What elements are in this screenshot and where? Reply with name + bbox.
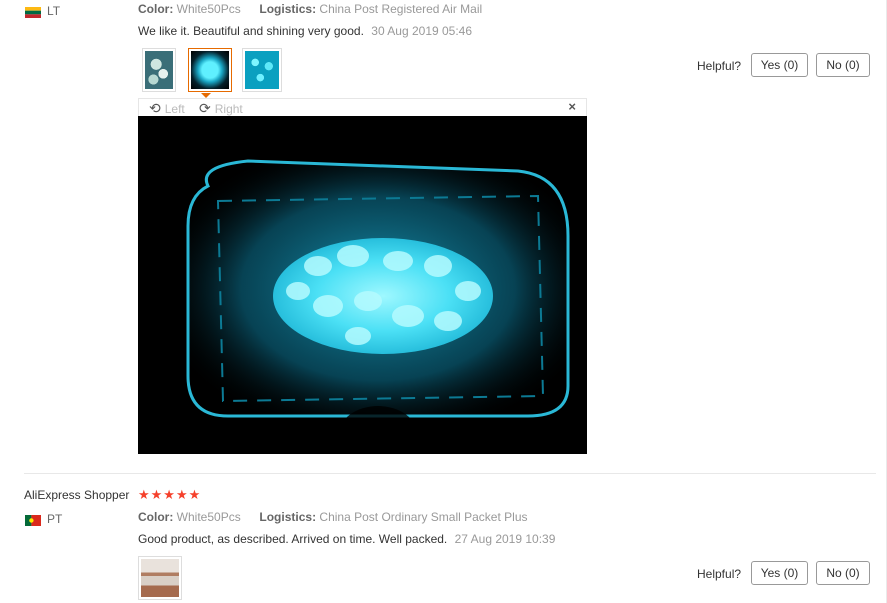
portugal-flag-icon [25,513,41,526]
rotate-right-label: Right [214,102,243,116]
helpful-no-button[interactable]: No (0) [816,53,870,77]
rotate-left-icon: ⟲ [149,100,161,116]
helpful-yes-button[interactable]: Yes (0) [751,53,808,77]
review-divider [24,473,876,474]
rating-stars-icon: ★★★★★ [138,487,202,502]
rotate-left-label: Left [164,102,185,116]
review-text: We like it. Beautiful and shining very g… [138,24,472,38]
rotate-right-button[interactable]: ⟳ Right [199,100,243,117]
close-icon[interactable]: × [568,99,576,114]
color-value: White50Pcs [176,2,241,16]
color-label: Color: [138,510,174,524]
review-date: 30 Aug 2019 05:46 [371,24,473,38]
review-attributes: Color: White50Pcs Logistics: China Post … [138,510,528,524]
helpful-label: Helpful? [697,567,742,581]
reviewer-name: AliExpress Shopper [24,488,130,502]
review-date: 27 Aug 2019 10:39 [454,532,556,546]
helpful-no-button[interactable]: No (0) [816,561,870,585]
review-photo-thumb-3[interactable] [242,48,282,92]
review-text: Good product, as described. Arrived on t… [138,532,555,546]
color-value: White50Pcs [176,510,241,524]
image-viewer-toolbar: ⟲ Left ⟳ Right × [138,98,587,116]
review-photo-thumb-1[interactable] [142,48,176,92]
logistics-value: China Post Ordinary Small Packet Plus [319,510,528,524]
review-photo-thumb-1[interactable] [138,556,182,600]
reviewer-country: LT [47,4,61,18]
enlarged-review-photo [138,116,587,454]
reviewer-country: PT [47,512,63,526]
color-label: Color: [138,2,174,16]
rotate-right-icon: ⟳ [199,100,211,116]
logistics-value: China Post Registered Air Mail [319,2,483,16]
rotate-left-button[interactable]: ⟲ Left [149,100,185,117]
helpful-yes-button[interactable]: Yes (0) [751,561,808,585]
review-photo-thumb-2[interactable] [188,48,232,92]
logistics-label: Logistics: [259,2,317,16]
review-body: We like it. Beautiful and shining very g… [138,24,364,38]
review-attributes: Color: White50Pcs Logistics: China Post … [138,2,482,16]
logistics-label: Logistics: [259,510,317,524]
lithuania-flag-icon [25,5,41,18]
review-body: Good product, as described. Arrived on t… [138,532,448,546]
helpful-label: Helpful? [697,59,742,73]
